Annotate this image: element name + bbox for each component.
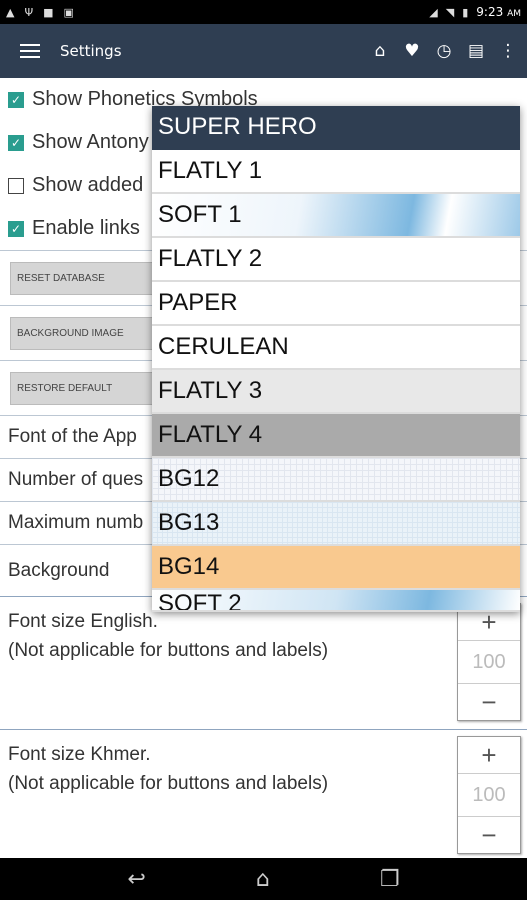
increment-button[interactable]: + xyxy=(458,737,520,773)
clipboard-icon[interactable]: ▤ xyxy=(467,41,485,61)
dropdown-item-paper[interactable]: PAPER xyxy=(152,282,520,326)
dropdown-item-flatly-1[interactable]: FLATLY 1 xyxy=(152,150,520,194)
dropdown-item-bg12[interactable]: BG12 xyxy=(152,458,520,502)
signal-icon: ◢ xyxy=(429,5,438,19)
usb-icon: Ψ xyxy=(24,5,34,19)
checkbox-icon[interactable]: ✓ xyxy=(8,134,24,151)
font-size-english-row: Font size English. (Not applicable for b… xyxy=(0,596,527,729)
dropdown-item-cerulean[interactable]: CERULEAN xyxy=(152,326,520,370)
decrement-button[interactable]: − xyxy=(458,684,520,720)
font-size-khmer-note: (Not applicable for buttons and labels) xyxy=(8,773,329,794)
back-icon[interactable]: ↩ xyxy=(127,867,145,892)
history-icon[interactable]: ◷ xyxy=(435,41,453,61)
home-nav-icon[interactable]: ⌂ xyxy=(256,867,270,892)
checkbox-icon[interactable]: ✓ xyxy=(8,220,24,237)
checkbox-icon[interactable] xyxy=(8,177,24,194)
font-size-english-stepper: + 100 − xyxy=(457,603,521,721)
dropdown-item-soft-2[interactable]: SOFT 2 xyxy=(152,590,520,612)
font-size-khmer-row: Font size Khmer. (Not applicable for but… xyxy=(0,729,527,858)
dropdown-item-flatly-4[interactable]: FLATLY 4 xyxy=(152,414,520,458)
bag-icon: ■ xyxy=(43,5,54,19)
dropdown-item-bg13[interactable]: BG13 xyxy=(152,502,520,546)
dropdown-item-flatly-3[interactable]: FLATLY 3 xyxy=(152,370,520,414)
status-bar: ▲ Ψ ■ ▣ ◢ ◥ ▮ 9:23 AM xyxy=(0,0,527,24)
dropdown-item-super-hero[interactable]: SUPER HERO xyxy=(152,106,520,150)
background-dropdown-list: SUPER HERO FLATLY 1 SOFT 1 FLATLY 2 PAPE… xyxy=(152,106,520,612)
font-size-khmer-title: Font size Khmer. xyxy=(8,744,151,765)
clock: 9:23 AM xyxy=(476,5,521,19)
font-size-khmer-value[interactable]: 100 xyxy=(458,773,520,817)
dropdown-item-soft-1[interactable]: SOFT 1 xyxy=(152,194,520,238)
navigation-bar: ↩ ⌂ ❐ xyxy=(0,858,527,900)
image-icon: ▣ xyxy=(63,5,74,19)
warning-icon: ▲ xyxy=(6,5,15,19)
font-size-english-note: (Not applicable for buttons and labels) xyxy=(8,640,329,661)
wifi-icon: ◥ xyxy=(445,5,455,19)
font-size-khmer-stepper: + 100 − xyxy=(457,736,521,854)
dropdown-item-flatly-2[interactable]: FLATLY 2 xyxy=(152,238,520,282)
app-bar: Settings ⌂ ♥ ◷ ▤ ⋮ xyxy=(0,24,527,78)
heart-icon[interactable]: ♥ xyxy=(403,41,421,61)
checkbox-icon[interactable]: ✓ xyxy=(8,91,24,108)
battery-icon: ▮ xyxy=(462,5,469,19)
menu-icon[interactable] xyxy=(20,44,40,58)
dropdown-item-bg14[interactable]: BG14 xyxy=(152,546,520,590)
decrement-button[interactable]: − xyxy=(458,817,520,853)
more-vert-icon[interactable]: ⋮ xyxy=(499,41,517,61)
recents-icon[interactable]: ❐ xyxy=(380,867,400,892)
font-size-english-value[interactable]: 100 xyxy=(458,640,520,684)
home-icon[interactable]: ⌂ xyxy=(371,41,389,61)
page-title: Settings xyxy=(60,42,122,60)
